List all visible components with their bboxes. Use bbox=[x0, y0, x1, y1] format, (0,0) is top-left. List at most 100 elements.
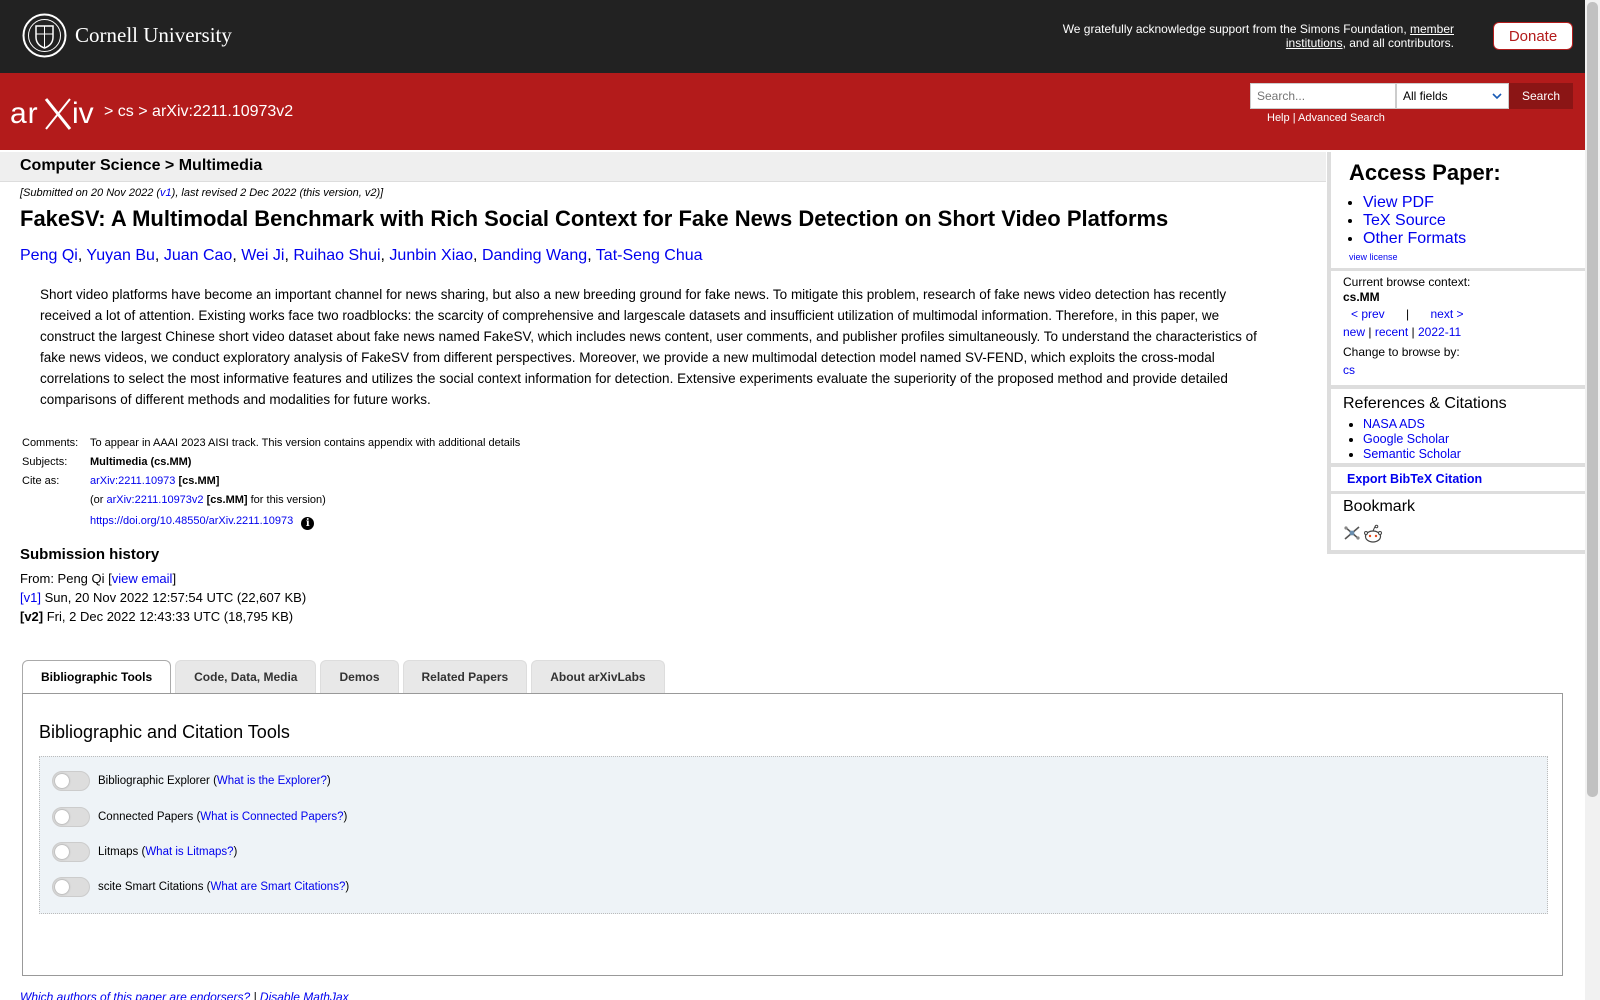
history-v1-text: Sun, 20 Nov 2022 12:57:54 UTC (22,607 KB… bbox=[40, 590, 307, 605]
links-separator: | bbox=[1292, 112, 1296, 124]
help-link[interactable]: Help bbox=[1267, 112, 1290, 124]
author-separator: , bbox=[587, 247, 596, 264]
change-browse-cs: cs bbox=[1343, 361, 1573, 379]
search-field-select[interactable]: All fields bbox=[1396, 83, 1509, 109]
endorsers-link[interactable]: Which authors of this paper are endorser… bbox=[20, 990, 250, 1000]
tool-name: Litmaps bbox=[98, 846, 139, 858]
tool-info-link[interactable]: What is the Explorer? bbox=[217, 775, 327, 787]
author-link[interactable]: Wei Ji bbox=[241, 247, 284, 264]
browse-separator: | bbox=[1368, 325, 1372, 339]
cite-value: arXiv:2211.10973 [cs.MM] bbox=[88, 472, 522, 491]
tool-row: scite Smart Citations (What are Smart Ci… bbox=[52, 877, 349, 897]
bibsonomy-icon[interactable] bbox=[1343, 524, 1361, 542]
author-link[interactable]: Juan Cao bbox=[164, 247, 233, 264]
recent-link[interactable]: recent bbox=[1375, 325, 1408, 339]
tool-row: Litmaps (What is Litmaps?) bbox=[52, 842, 237, 862]
doi-link[interactable]: https://doi.org/10.48550/arXiv.2211.1097… bbox=[90, 515, 293, 527]
tool-info-link[interactable]: What is Litmaps? bbox=[145, 846, 233, 858]
tab-bibliographic-tools[interactable]: Bibliographic Tools bbox=[22, 660, 172, 694]
change-browse-label: Change to browse by: bbox=[1343, 345, 1460, 359]
new-link[interactable]: new bbox=[1343, 325, 1365, 339]
dateline-v1-link[interactable]: v1 bbox=[160, 187, 172, 199]
tab-demos[interactable]: Demos bbox=[320, 660, 399, 693]
tool-toggle[interactable] bbox=[52, 842, 90, 862]
author-link[interactable]: Peng Qi bbox=[20, 247, 78, 264]
author-link[interactable]: Danding Wang bbox=[482, 247, 587, 264]
cite-version-row: (or arXiv:2211.10973v2 [cs.MM] for this … bbox=[20, 491, 522, 510]
tool-toggle[interactable] bbox=[52, 771, 90, 791]
history-v1: [v1] Sun, 20 Nov 2022 12:57:54 UTC (22,6… bbox=[20, 588, 306, 607]
footer-links: Which authors of this paper are endorser… bbox=[20, 990, 349, 1000]
tool-paren: ( bbox=[209, 775, 217, 787]
browse-context-box: Current browse context: cs.MM < prev | n… bbox=[1331, 271, 1585, 385]
tab-about-arxivlabs[interactable]: About arXivLabs bbox=[531, 660, 665, 693]
cite-id-link[interactable]: arXiv:2211.10973 bbox=[90, 475, 175, 487]
references-links: NASA ADS Google Scholar Semantic Scholar bbox=[1363, 417, 1461, 462]
search-input[interactable] bbox=[1250, 83, 1396, 109]
dateline-prefix: [Submitted on 20 Nov 2022 ( bbox=[20, 187, 161, 199]
category-header: Computer Science > Multimedia bbox=[0, 152, 1326, 182]
tool-paren: ( bbox=[138, 846, 146, 858]
submission-history-title: Submission history bbox=[20, 546, 160, 563]
month-link[interactable]: 2022-11 bbox=[1418, 325, 1461, 339]
semantic-scholar-item: Semantic Scholar bbox=[1363, 447, 1461, 462]
search-button[interactable]: Search bbox=[1509, 83, 1573, 109]
cornell-logo[interactable]: Cornell University bbox=[22, 13, 232, 58]
browse-cs-link[interactable]: cs bbox=[1343, 363, 1355, 377]
info-icon[interactable]: i bbox=[301, 517, 315, 530]
view-license-link[interactable]: view license bbox=[1349, 252, 1398, 262]
tool-row: Bibliographic Explorer (What is the Expl… bbox=[52, 771, 331, 791]
tool-toggle[interactable] bbox=[52, 877, 90, 897]
tool-toggle[interactable] bbox=[52, 807, 90, 827]
author-link[interactable]: Junbin Xiao bbox=[389, 247, 473, 264]
history-v2: [v2] Fri, 2 Dec 2022 12:43:33 UTC (18,79… bbox=[20, 607, 306, 626]
tool-paren: ( bbox=[203, 881, 211, 893]
breadcrumb-cs-link[interactable]: cs bbox=[118, 103, 134, 120]
view-pdf-item: View PDF bbox=[1363, 194, 1466, 212]
browse-context-label: Current browse context: bbox=[1343, 275, 1471, 289]
history-v1-link[interactable]: [v1] bbox=[20, 590, 41, 605]
support-suffix: , and all contributors. bbox=[1342, 36, 1454, 50]
author-link[interactable]: Ruihao Shui bbox=[293, 247, 380, 264]
labs-tabs: Bibliographic Tools Code, Data, Media Demo… bbox=[22, 660, 669, 694]
tab-related-papers[interactable]: Related Papers bbox=[402, 660, 528, 693]
nasa-ads-link[interactable]: NASA ADS bbox=[1363, 417, 1425, 431]
view-email-link[interactable]: view email bbox=[112, 571, 173, 586]
prev-link[interactable]: < prev bbox=[1351, 307, 1385, 321]
author-link[interactable]: Tat-Seng Chua bbox=[596, 247, 703, 264]
page-scrollbar[interactable] bbox=[1585, 0, 1600, 1000]
cite-category: [cs.MM] bbox=[178, 475, 220, 487]
disable-mathjax-link[interactable]: Disable MathJax bbox=[260, 990, 349, 1000]
tool-info-link[interactable]: What is Connected Papers? bbox=[200, 811, 343, 823]
svg-text:iv: iv bbox=[72, 97, 94, 130]
subjects-value: Multimedia (cs.MM) bbox=[90, 456, 192, 468]
paper-title: FakeSV: A Multimodal Benchmark with Rich… bbox=[20, 206, 1169, 231]
breadcrumb-separator: > bbox=[104, 103, 114, 120]
next-link[interactable]: next > bbox=[1431, 307, 1464, 321]
bookmark-box: Bookmark bbox=[1331, 494, 1585, 550]
subjects-row: Subjects: Multimedia (cs.MM) bbox=[20, 453, 522, 472]
cite-version-category: [cs.MM] bbox=[206, 494, 248, 506]
cornell-name: Cornell University bbox=[75, 23, 232, 47]
dateline: [Submitted on 20 Nov 2022 (v1), last rev… bbox=[20, 187, 383, 199]
arxiv-logo-icon[interactable]: ar iv bbox=[10, 93, 100, 133]
export-bibtex-link[interactable]: Export BibTeX Citation bbox=[1331, 467, 1585, 491]
tool-info-link[interactable]: What are Smart Citations? bbox=[210, 881, 345, 893]
reddit-icon[interactable] bbox=[1363, 524, 1383, 544]
breadcrumb: > cs > arXiv:2211.10973v2 bbox=[104, 103, 293, 121]
donate-button[interactable]: Donate bbox=[1493, 22, 1573, 50]
tex-source-link[interactable]: TeX Source bbox=[1363, 212, 1446, 229]
other-formats-link[interactable]: Other Formats bbox=[1363, 230, 1466, 247]
tools-box: Bibliographic Explorer (What is the Expl… bbox=[39, 756, 1548, 914]
semantic-scholar-link[interactable]: Semantic Scholar bbox=[1363, 447, 1461, 461]
tool-name: scite Smart Citations bbox=[98, 881, 204, 893]
advanced-search-link[interactable]: Advanced Search bbox=[1298, 112, 1385, 124]
view-pdf-link[interactable]: View PDF bbox=[1363, 194, 1434, 211]
google-scholar-link[interactable]: Google Scholar bbox=[1363, 432, 1449, 446]
tool-paren: ( bbox=[193, 811, 201, 823]
scrollbar-thumb[interactable] bbox=[1587, 2, 1598, 797]
author-link[interactable]: Yuyan Bu bbox=[86, 247, 155, 264]
cite-row: Cite as: arXiv:2211.10973 [cs.MM] bbox=[20, 472, 522, 491]
cite-version-link[interactable]: arXiv:2211.10973v2 bbox=[107, 494, 204, 506]
tab-code-data-media[interactable]: Code, Data, Media bbox=[175, 660, 317, 693]
